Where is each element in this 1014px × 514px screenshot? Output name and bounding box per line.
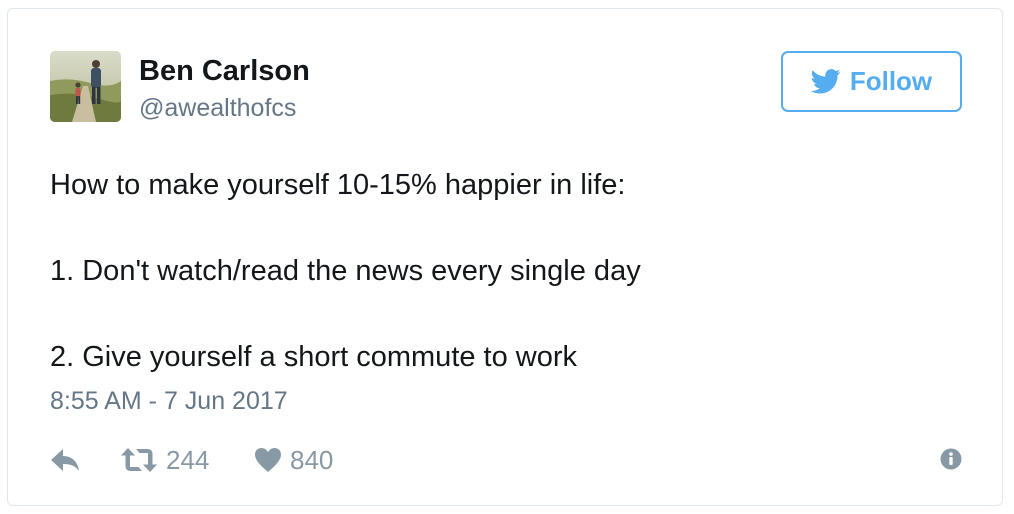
author-name[interactable]: Ben Carlson [139,55,310,88]
tweet-text-line-1: How to make yourself 10-15% happier in l… [50,169,626,201]
like-button[interactable]: 840 [254,445,333,475]
like-count: 840 [290,444,334,475]
twitter-bird-icon [810,69,841,94]
reply-icon [50,448,82,472]
tweet-timestamp[interactable]: 8:55 AM - 7 Jun 2017 [50,387,288,416]
tweet-text-line-3: 2. Give yourself a short commute to work [50,341,578,373]
follow-label: Follow [849,66,933,96]
follow-button[interactable]: Follow [781,51,962,112]
info-icon[interactable] [940,448,962,470]
heart-icon [254,447,282,473]
avatar-photo [50,51,121,122]
avatar[interactable] [50,51,121,122]
author-handle[interactable]: @awealthofcs [139,94,296,123]
retweet-icon [120,447,158,473]
retweet-button[interactable]: 244 [120,445,209,475]
tweet-text-line-2: 1. Don't watch/read the news every singl… [50,255,641,287]
retweet-count: 244 [166,444,210,475]
reply-button[interactable] [50,445,82,475]
tweet-card: Ben Carlson @awealthofcs Follow How to m… [7,8,1003,506]
